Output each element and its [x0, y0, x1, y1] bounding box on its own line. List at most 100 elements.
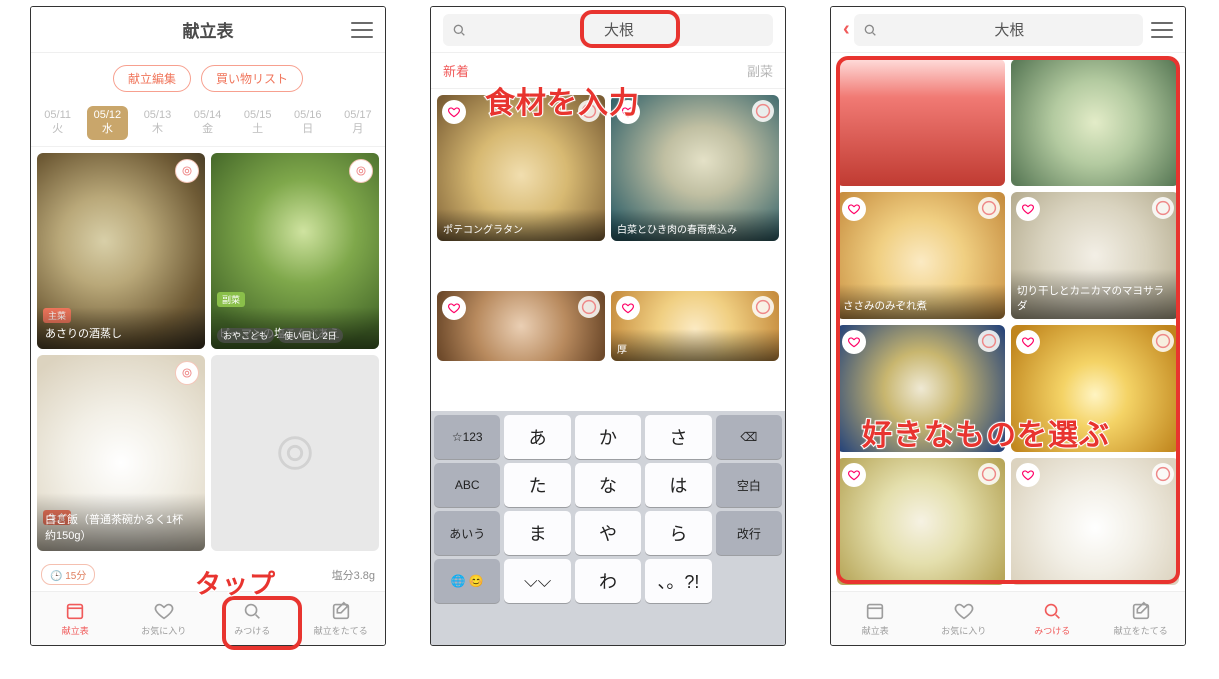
- empty-slot[interactable]: [211, 355, 379, 551]
- key-123[interactable]: ☆123: [434, 415, 500, 459]
- search-icon: [1041, 600, 1063, 622]
- date-0516[interactable]: 05/16日: [287, 106, 329, 140]
- recipe-title: 切り干しとカニカマのマヨサラダ: [1011, 269, 1179, 319]
- result-egg[interactable]: 厚: [611, 291, 779, 361]
- like-button[interactable]: [842, 197, 866, 221]
- key-small[interactable]: ⌵⌵: [504, 559, 570, 603]
- like-button[interactable]: [1016, 330, 1040, 354]
- like-button[interactable]: [1016, 197, 1040, 221]
- date-0514[interactable]: 05/14金: [187, 106, 229, 140]
- shopping-list-button[interactable]: 買い物リスト: [201, 65, 303, 92]
- key-kana[interactable]: あいう: [434, 511, 500, 555]
- key-sa[interactable]: さ: [645, 415, 711, 459]
- nav-favorite[interactable]: お気に入り: [120, 592, 209, 645]
- nav-find[interactable]: みつける: [1008, 592, 1097, 645]
- key-ya[interactable]: や: [575, 511, 641, 555]
- brand-icon: [1152, 197, 1174, 219]
- search-value: 大根: [473, 19, 765, 40]
- nav-plan[interactable]: 献立をたてる: [1097, 592, 1186, 645]
- like-button[interactable]: [616, 100, 640, 124]
- date-0517[interactable]: 05/17月: [337, 106, 379, 140]
- heart-plus-icon: [1021, 468, 1035, 482]
- like-button[interactable]: [442, 296, 466, 320]
- salt-label: 塩分3.8g: [332, 567, 375, 583]
- key-na[interactable]: な: [575, 463, 641, 507]
- like-button[interactable]: [1016, 463, 1040, 487]
- tab-side[interactable]: 副菜: [747, 61, 773, 80]
- date-0515[interactable]: 05/15土: [237, 106, 279, 140]
- result-kiriboshi[interactable]: 切り干しとカニカマのマヨサラダ: [1011, 192, 1179, 319]
- nav-find[interactable]: みつける: [208, 592, 297, 645]
- category-badge: 副菜: [217, 292, 245, 307]
- recipe-title: 白菜とひき肉の春雨煮込み: [611, 209, 779, 241]
- result-fried[interactable]: [837, 325, 1005, 452]
- like-button[interactable]: [842, 330, 866, 354]
- date-0512[interactable]: 05/12水: [87, 106, 129, 140]
- nav-kondate[interactable]: 献立表: [31, 592, 120, 645]
- brand-icon: [978, 197, 1000, 219]
- key-globe-emoji[interactable]: 🌐 😊: [434, 559, 500, 603]
- key-ra[interactable]: ら: [645, 511, 711, 555]
- action-pills: 献立編集 買い物リスト: [31, 53, 385, 104]
- key-ta[interactable]: た: [504, 463, 570, 507]
- result-sasami[interactable]: ささみのみぞれ煮: [837, 192, 1005, 319]
- edit-calendar-icon: [1130, 600, 1152, 622]
- heart-plus-icon: [447, 301, 461, 315]
- key-wa[interactable]: わ: [575, 559, 641, 603]
- menu-icon[interactable]: [351, 22, 373, 38]
- edit-menu-button[interactable]: 献立編集: [113, 65, 191, 92]
- key-return[interactable]: 改行: [716, 511, 782, 555]
- bottom-nav: 献立表 お気に入り みつける 献立をたてる: [31, 591, 385, 645]
- key-ma[interactable]: ま: [504, 511, 570, 555]
- result-cabbage[interactable]: [1011, 59, 1179, 186]
- results-grid[interactable]: ポテコングラタン 白菜とひき肉の春雨煮込み 厚: [431, 89, 785, 411]
- result-yellow[interactable]: [1011, 325, 1179, 452]
- recipe-card-asari[interactable]: 主菜 あさりの酒蒸し: [37, 153, 205, 349]
- key-backspace[interactable]: ⌫: [716, 415, 782, 459]
- nav-kondate[interactable]: 献立表: [831, 592, 920, 645]
- key-abc[interactable]: ABC: [434, 463, 500, 507]
- result-furofuki[interactable]: [1011, 458, 1179, 585]
- date-0511[interactable]: 05/11火: [37, 106, 78, 140]
- brand-icon: [175, 159, 199, 183]
- back-button[interactable]: ‹: [843, 18, 850, 41]
- filter-tabs: 新着 副菜: [431, 53, 785, 89]
- recipe-card-rice[interactable]: 主食 白ご飯（普通茶碗かるく1杯 約150g）: [37, 355, 205, 551]
- search-input[interactable]: 大根: [443, 14, 773, 46]
- nav-plan[interactable]: 献立をたてる: [297, 592, 386, 645]
- date-0513[interactable]: 05/13木: [137, 106, 179, 140]
- like-button[interactable]: [442, 100, 466, 124]
- heart-plus-icon: [1021, 202, 1035, 216]
- like-button[interactable]: [616, 296, 640, 320]
- like-button[interactable]: [842, 463, 866, 487]
- key-space[interactable]: 空白: [716, 463, 782, 507]
- search-icon: [451, 22, 467, 38]
- result-daikon[interactable]: [837, 458, 1005, 585]
- search-input[interactable]: 大根: [854, 14, 1143, 46]
- results-grid[interactable]: ささみのみぞれ煮 切り干しとカニカマのマヨサラダ: [831, 53, 1185, 591]
- menu-icon[interactable]: [1151, 22, 1173, 38]
- header: 大根: [431, 7, 785, 53]
- heart-plus-icon: [621, 105, 635, 119]
- key-ha[interactable]: は: [645, 463, 711, 507]
- result-harusame[interactable]: 白菜とひき肉の春雨煮込み: [611, 95, 779, 241]
- result-miso[interactable]: [437, 291, 605, 361]
- result-gratin[interactable]: ポテコングラタン: [437, 95, 605, 241]
- heart-plus-icon: [847, 335, 861, 349]
- heart-plus-icon: [621, 301, 635, 315]
- heart-plus-icon: [447, 105, 461, 119]
- recipe-card-piman[interactable]: 副菜 ピーマンの塩こんぶあえ おやこども 使い回し 2日: [211, 153, 379, 349]
- brand-icon: [1152, 330, 1174, 352]
- nutrition-bar: 🕒 15分 塩分3.8g: [31, 558, 385, 591]
- calendar-icon: [64, 600, 86, 622]
- key-punct[interactable]: 、。?!: [645, 559, 711, 603]
- key-ka[interactable]: か: [575, 415, 641, 459]
- tab-new[interactable]: 新着: [443, 61, 469, 80]
- key-a[interactable]: あ: [504, 415, 570, 459]
- chip-oyakodomo: おやこども: [217, 328, 274, 343]
- screen-kondate: 献立表 献立編集 買い物リスト 05/11火 05/12水 05/13木 05/…: [30, 6, 386, 646]
- result-red[interactable]: [837, 59, 1005, 186]
- heart-icon: [153, 600, 175, 622]
- brand-icon: [978, 330, 1000, 352]
- nav-favorite[interactable]: お気に入り: [920, 592, 1009, 645]
